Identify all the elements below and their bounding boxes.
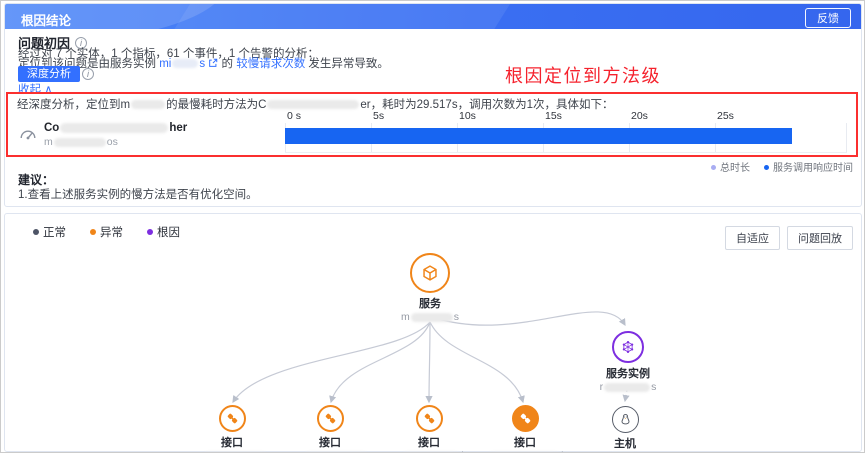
metric-link[interactable]: 较慢请求次数	[236, 58, 305, 70]
suggestion-item: 1.查看上述服务实例的慢方法是否有优化空间。	[18, 189, 258, 201]
interface-icon	[227, 413, 237, 424]
method-icon	[20, 130, 36, 140]
node-type-label: 服务	[419, 298, 441, 310]
legend-item-total: 总时长	[711, 159, 750, 174]
root-cause-page: 根因结论 反馈 问题初因 i 经过对 7 个实体，1 个指标，61 个事件，1 …	[0, 0, 865, 453]
topology-legend: 正常 异常 根因	[33, 224, 180, 240]
external-link-icon[interactable]	[208, 58, 218, 68]
interface-icon	[424, 413, 434, 424]
legend-item-normal: 正常	[33, 224, 66, 240]
conclusion-panel: 根因结论 反馈 问题初因 i 经过对 7 个实体，1 个指标，61 个事件，1 …	[4, 3, 862, 207]
interface-icon	[520, 413, 530, 424]
topology-panel: 正常 异常 根因 自适应 问题回放 服务 m s 接口 接口 接口 接口 服务实…	[4, 213, 862, 452]
node-type-label: 主机	[614, 438, 636, 450]
node-name: rs	[599, 381, 657, 393]
chart-legend: 总时长 服务调用响应时间	[711, 159, 853, 174]
node-service[interactable]: 服务 ms	[360, 253, 500, 323]
host-linux-icon	[621, 414, 629, 425]
legend-item-response: 服务调用响应时间	[764, 159, 853, 174]
feedback-button[interactable]: 反馈	[805, 8, 851, 28]
panel-title: 根因结论	[21, 14, 72, 28]
legend-dot	[711, 165, 716, 170]
legend-dot	[33, 229, 39, 235]
node-host[interactable]: 主机 st23	[555, 406, 695, 452]
axis-tick: 5s	[373, 110, 385, 122]
node-name: ms	[401, 311, 459, 323]
legend-dot	[90, 229, 96, 235]
axis-tick: 25s	[717, 110, 734, 122]
axis-tick: 20s	[631, 110, 648, 122]
redacted-text	[131, 100, 166, 110]
legend-dot	[764, 165, 769, 170]
legend-dot	[147, 229, 153, 235]
axis-baseline	[285, 152, 847, 153]
node-service-instance[interactable]: 服务实例 rs	[558, 331, 698, 393]
info-icon[interactable]: i	[82, 68, 94, 80]
axis-tick: 15s	[545, 110, 562, 122]
auto-fit-button[interactable]: 自适应	[725, 226, 780, 250]
redacted-text	[53, 137, 106, 147]
node-type-label: 服务实例	[606, 368, 650, 380]
instance-link[interactable]: mi s	[159, 58, 205, 70]
gridline	[846, 123, 847, 152]
legend-item-abnormal: 异常	[90, 224, 123, 240]
deep-analysis-highlight-box: 经深度分析，定位到m 的最慢耗时方法为C er，耗时为29.517s，调用次数为1次…	[6, 92, 858, 157]
duration-chart: 0 s 5s 10s 15s 20s 25s	[285, 110, 847, 154]
redacted-text	[172, 59, 199, 69]
method-name: Co her	[44, 122, 188, 134]
duration-bar	[285, 128, 793, 144]
service-icon	[423, 265, 437, 281]
redacted-text	[410, 312, 453, 322]
deep-analysis-button[interactable]: 深度分析	[18, 66, 80, 82]
red-annotation: 根因定位到方法级	[505, 66, 661, 86]
locate-suffix: 发生异常导致。	[305, 58, 389, 70]
axis-tick: 10s	[459, 110, 476, 122]
axis-tick: 0 s	[287, 110, 302, 122]
panel-header: 根因结论 反馈	[5, 4, 861, 29]
method-instance-name: m os	[44, 136, 118, 148]
redacted-text	[604, 382, 651, 392]
problem-replay-button[interactable]: 问题回放	[787, 226, 853, 250]
redacted-text	[60, 122, 169, 133]
interface-icon	[325, 413, 335, 424]
redacted-text	[267, 100, 360, 110]
service-instance-icon	[622, 341, 634, 353]
locate-mid: 的	[221, 58, 237, 70]
legend-item-rootcause: 根因	[147, 224, 180, 240]
